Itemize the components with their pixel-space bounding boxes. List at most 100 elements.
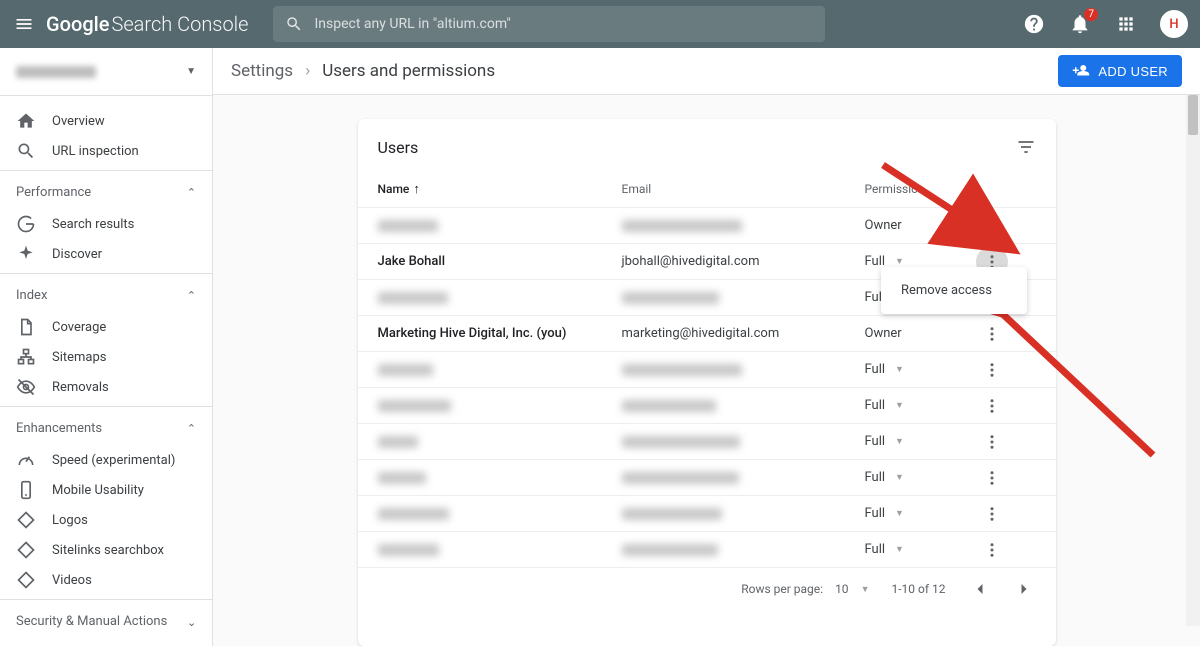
search-icon	[16, 141, 36, 161]
sidebar-item-removals[interactable]: Removals	[0, 372, 212, 402]
notifications-icon[interactable]: 7	[1068, 12, 1092, 36]
sidebar-item-logos[interactable]: Logos	[0, 505, 212, 535]
permission-value[interactable]: Full	[865, 398, 886, 413]
user-name	[378, 544, 622, 556]
chevron-down-icon[interactable]: ▼	[861, 584, 870, 595]
add-user-button[interactable]: ADD USER	[1058, 55, 1182, 87]
diamond-icon	[16, 570, 36, 590]
sidebar-item-speed[interactable]: Speed (experimental)	[0, 445, 212, 475]
sidebar-item-overview[interactable]: Overview	[0, 106, 212, 136]
prev-page-button[interactable]	[968, 577, 992, 601]
table-row: Full▼	[358, 423, 1056, 459]
sidebar-item-label: Logos	[52, 513, 88, 528]
row-menu-button[interactable]	[976, 354, 1008, 386]
remove-access-menu-item[interactable]: Remove access	[881, 273, 1027, 308]
user-email	[622, 436, 865, 448]
sidebar-item-videos[interactable]: Videos	[0, 565, 212, 595]
chevron-down-icon: ▼	[186, 66, 196, 77]
permission-value[interactable]: Full	[865, 362, 886, 377]
apps-grid-icon[interactable]	[1114, 12, 1138, 36]
user-email	[622, 508, 865, 520]
diamond-icon	[16, 510, 36, 530]
row-menu-button[interactable]	[976, 534, 1008, 566]
chevron-up-icon: ⌃	[187, 186, 196, 199]
sidebar-item-sitelinks-searchbox[interactable]: Sitelinks searchbox	[0, 535, 212, 565]
notification-badge: 7	[1084, 8, 1098, 21]
diamond-icon	[16, 540, 36, 560]
sidebar-item-coverage[interactable]: Coverage	[0, 312, 212, 342]
row-menu-button[interactable]	[976, 498, 1008, 530]
chevron-down-icon: ▼	[895, 256, 904, 267]
next-page-button[interactable]	[1012, 577, 1036, 601]
help-icon[interactable]	[1022, 12, 1046, 36]
sidebar-item-search-results[interactable]: Search results	[0, 209, 212, 239]
row-menu-button[interactable]	[976, 426, 1008, 458]
table-row: Full ▼	[358, 459, 1056, 495]
user-name	[378, 508, 622, 520]
url-search-input[interactable]: Inspect any URL in "altium.com"	[273, 6, 825, 42]
account-avatar[interactable]: H	[1160, 10, 1188, 38]
sidebar-item-mobile-usability[interactable]: Mobile Usability	[0, 475, 212, 505]
sidebar-item-label: Videos	[52, 573, 92, 588]
sidebar-item-sitemaps[interactable]: Sitemaps	[0, 342, 212, 372]
user-email	[622, 292, 865, 304]
sidebar-item-url-inspection[interactable]: URL inspection	[0, 136, 212, 166]
table-row: Full ▼	[358, 351, 1056, 387]
user-name	[378, 472, 622, 484]
breadcrumb-settings[interactable]: Settings	[231, 61, 293, 81]
chevron-down-icon: ▼	[895, 472, 904, 483]
row-menu-button[interactable]	[976, 210, 1008, 242]
rows-per-page-value[interactable]: 10	[835, 582, 849, 596]
breadcrumb-current: Users and permissions	[322, 61, 495, 81]
breadcrumb: Settings › Users and permissions	[231, 61, 495, 81]
column-header-permission[interactable]: Permission	[865, 182, 976, 196]
hamburger-menu-icon[interactable]	[12, 12, 36, 36]
user-email: jbohall@hivedigital.com	[622, 254, 865, 269]
star-icon	[16, 244, 36, 264]
table-row: Marketing Hive Digital, Inc. (you)market…	[358, 315, 1056, 351]
column-header-email[interactable]: Email	[622, 182, 865, 196]
chevron-down-icon: ▼	[895, 400, 904, 411]
sidebar-item-label: Discover	[52, 247, 102, 262]
property-selector[interactable]: ▼	[0, 48, 212, 96]
sidebar-section-security[interactable]: Security & Manual Actions ⌃	[0, 604, 212, 638]
pagination-range: 1-10 of 12	[891, 582, 945, 596]
chevron-up-icon: ⌃	[187, 422, 196, 435]
app-header: Google Search Console Inspect any URL in…	[0, 0, 1200, 48]
speed-icon	[16, 450, 36, 470]
table-row: Full ▼	[358, 531, 1056, 567]
chevron-down-icon: ▼	[895, 364, 904, 375]
permission-value[interactable]: Full	[865, 470, 886, 485]
permission-value[interactable]: Full	[865, 506, 886, 521]
sidebar-section-enhancements[interactable]: Enhancements ⌃	[0, 411, 212, 445]
permission-value[interactable]: Full	[865, 542, 886, 557]
table-row: Full▼	[358, 495, 1056, 531]
filter-icon[interactable]	[1016, 137, 1036, 157]
scrollbar[interactable]	[1186, 95, 1200, 626]
search-placeholder: Inspect any URL in "altium.com"	[315, 16, 511, 32]
sidebar-item-label: URL inspection	[52, 144, 139, 159]
user-name: Jake Bohall	[378, 254, 622, 269]
table-row: Full ▼	[358, 387, 1056, 423]
user-email	[622, 364, 865, 376]
chevron-down-icon: ▼	[895, 544, 904, 555]
table-body: Owner Jake Bohalljbohall@hivedigital.com F…	[358, 207, 1056, 567]
user-email	[622, 400, 865, 412]
sidebar-item-label: Removals	[52, 380, 109, 395]
logo[interactable]: Google Search Console	[46, 12, 249, 36]
row-menu-button[interactable]	[976, 462, 1008, 494]
row-actions-menu: Remove access	[881, 267, 1027, 314]
user-name	[378, 364, 622, 376]
column-header-name[interactable]: Name ↑	[378, 181, 622, 197]
sidebar-section-performance[interactable]: Performance ⌃	[0, 175, 212, 209]
sidebar-item-discover[interactable]: Discover	[0, 239, 212, 269]
permission-value[interactable]: Full	[865, 434, 886, 449]
sidebar-section-index[interactable]: Index ⌃	[0, 278, 212, 312]
chevron-up-icon: ⌃	[187, 289, 196, 302]
row-menu-button[interactable]	[976, 318, 1008, 350]
user-name	[378, 292, 622, 304]
row-menu-button[interactable]	[976, 390, 1008, 422]
logo-product: Search Console	[111, 12, 248, 36]
user-name: Marketing Hive Digital, Inc. (you)	[378, 326, 622, 341]
table-row: Owner	[358, 207, 1056, 243]
